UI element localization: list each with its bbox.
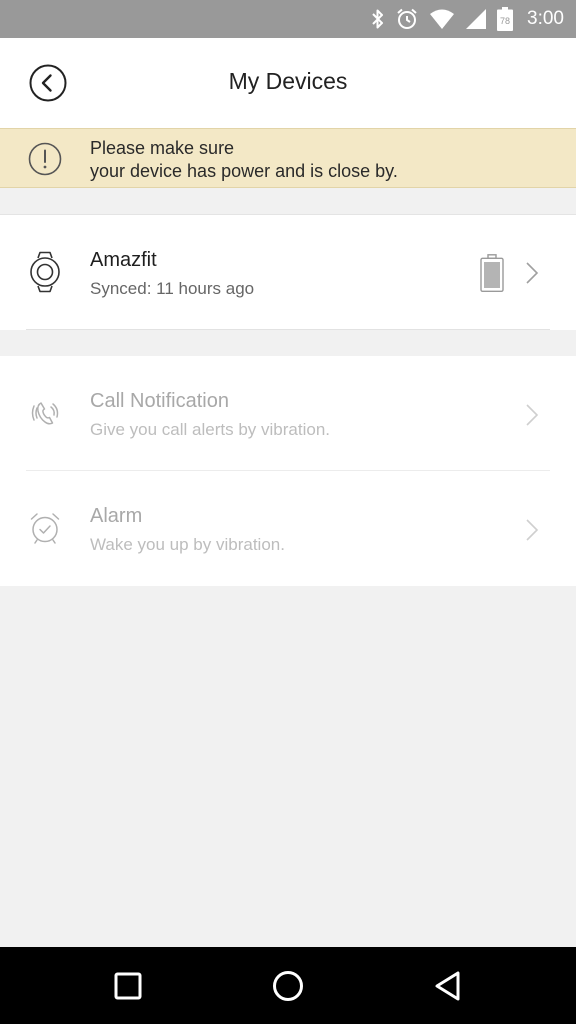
battery-icon [480,254,504,292]
warning-line-2: your device has power and is close by. [90,161,398,181]
cell-signal-icon [466,9,487,29]
alarm-clock-icon [30,513,60,544]
warning-text: Please make sure your device has power a… [90,137,398,183]
status-time: 3:00 [527,8,564,29]
divider [26,329,550,330]
chevron-right-icon [526,519,539,541]
call-notification-description: Give you call alerts by vibration. [90,420,330,439]
device-sync-status: Synced: 11 hours ago [90,279,255,298]
bluetooth-icon [372,9,384,29]
device-card[interactable]: Amazfit Synced: 11 hours ago [0,214,576,330]
navigation-bar [0,947,576,1024]
chevron-right-icon [526,404,539,426]
call-notification-title: Call Notification [90,390,229,412]
status-bar: 78 3:00 [0,0,576,38]
alarm-icon [397,8,417,29]
wifi-icon [430,9,455,29]
system-back-button[interactable] [427,965,469,1007]
battery-status-icon: 78 [497,7,514,31]
home-button[interactable] [267,965,309,1007]
phone-vibrate-icon [31,402,59,425]
status-icons: 78 3:00 [371,0,564,38]
alarm-row[interactable]: Alarm Wake you up by vibration. [0,471,576,586]
warning-banner: Please make sure your device has power a… [0,128,576,188]
alarm-title: Alarm [90,505,143,527]
settings-list: Call Notification Give you call alerts b… [0,356,576,586]
screen: 78 3:00 My Devices Please make sure your… [0,0,576,1024]
warning-line-1: Please make sure [90,138,235,158]
app-header: My Devices [0,38,576,128]
alarm-description: Wake you up by vibration. [90,535,285,554]
page-title: My Devices [228,68,348,94]
chevron-right-icon [526,262,539,284]
exclamation-icon [28,142,62,176]
call-notification-row[interactable]: Call Notification Give you call alerts b… [0,356,576,471]
battery-level-text: 78 [500,16,510,26]
recent-apps-button[interactable] [107,965,149,1007]
watch-icon [30,251,60,293]
device-name: Amazfit [90,249,157,271]
